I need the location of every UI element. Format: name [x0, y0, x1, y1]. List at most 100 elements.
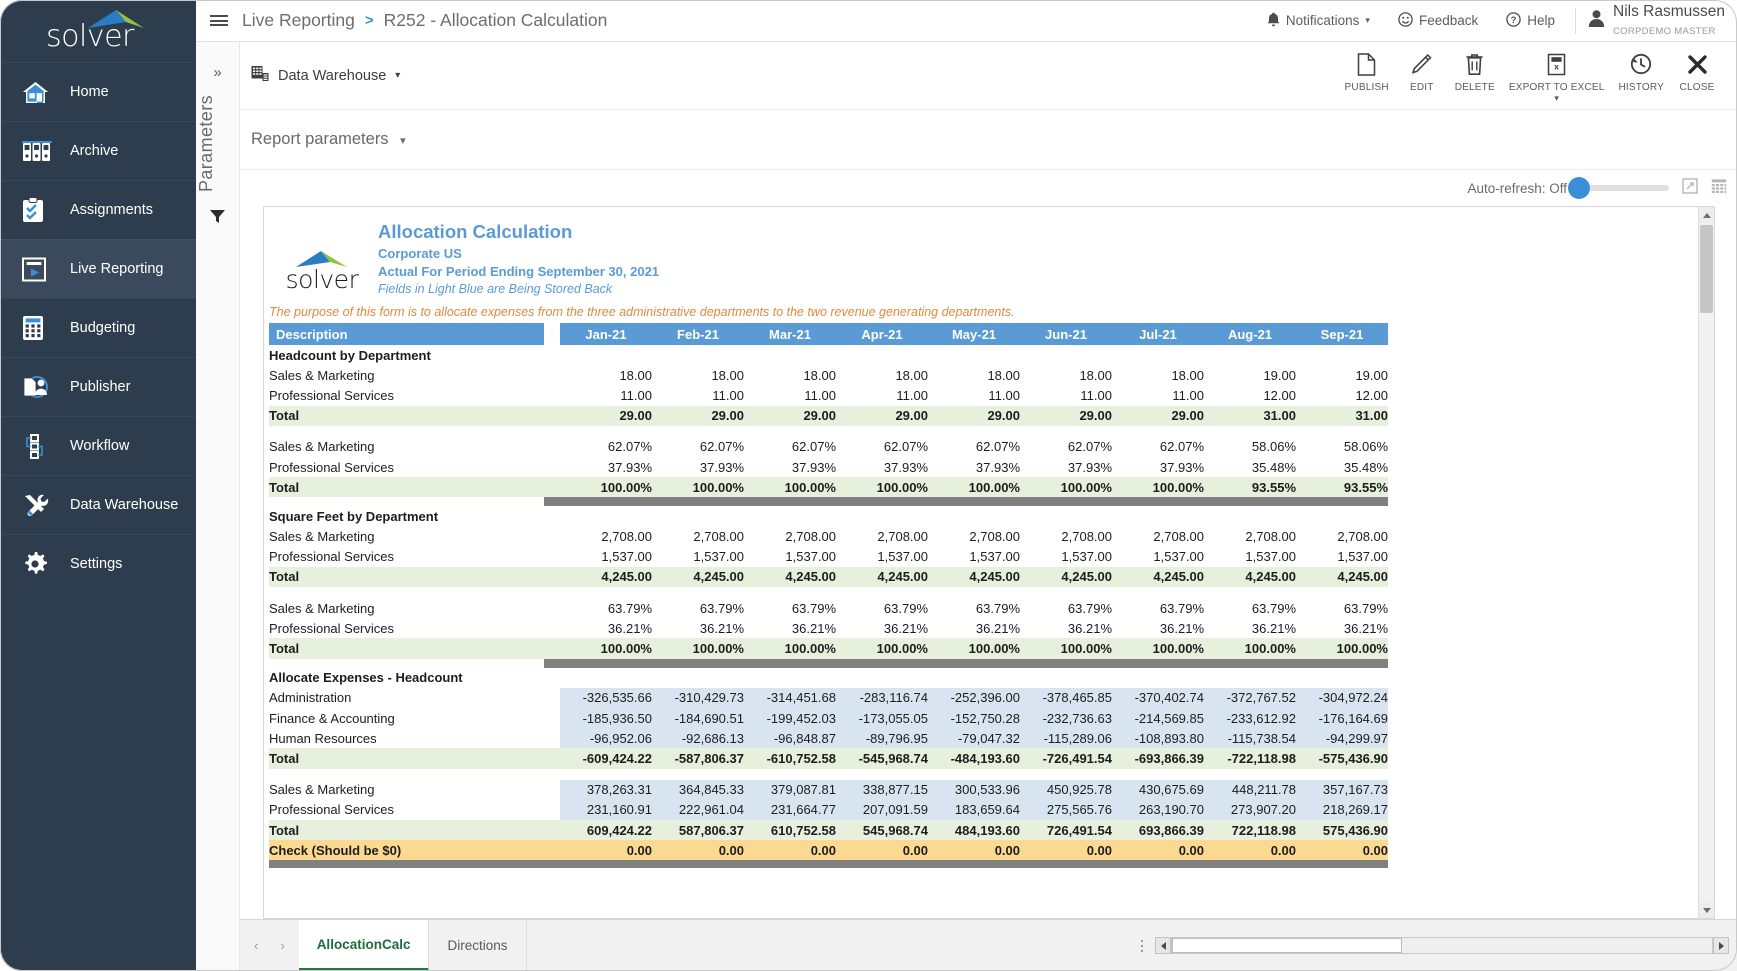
table-cell: 2,708.00 — [836, 527, 928, 547]
sidebar-item-workflow[interactable]: Workflow — [0, 416, 196, 475]
parameters-label[interactable]: Parameters — [196, 95, 239, 192]
section-divider — [269, 659, 1388, 668]
fullscreen-icon[interactable] — [1682, 178, 1698, 199]
sidebar-item-label: Publisher — [70, 379, 130, 395]
edit-button[interactable]: EDIT — [1396, 50, 1448, 93]
table-cell[interactable]: 183,659.64 — [928, 800, 1020, 820]
sidebar-item-budgeting[interactable]: Budgeting — [0, 298, 196, 357]
table-cell[interactable]: -199,452.03 — [744, 708, 836, 728]
sheet-prev-button[interactable]: ‹ — [254, 938, 258, 953]
auto-refresh-toggle[interactable] — [1571, 185, 1669, 191]
table-cell[interactable]: -314,451.68 — [744, 688, 836, 708]
table-cell[interactable]: 357,167.73 — [1296, 780, 1388, 800]
user-menu[interactable]: Nils Rasmussen CorpDemo Master — [1582, 3, 1725, 39]
table-cell[interactable]: -370,402.74 — [1112, 688, 1204, 708]
table-cell: 100.00% — [744, 477, 836, 497]
table-cell[interactable]: 263,190.70 — [1112, 800, 1204, 820]
close-button[interactable]: CLOSE — [1671, 50, 1723, 93]
table-cell[interactable]: -326,535.66 — [560, 688, 652, 708]
table-cell[interactable]: -304,972.24 — [1296, 688, 1388, 708]
report-vertical-scrollbar[interactable] — [1698, 207, 1714, 918]
table-cell[interactable]: -283,116.74 — [836, 688, 928, 708]
hscroll-right-button[interactable] — [1713, 937, 1729, 954]
table-cell — [1020, 506, 1112, 526]
table-cell[interactable]: -94,299.97 — [1296, 728, 1388, 748]
publish-button[interactable]: PUBLISH — [1338, 50, 1396, 93]
table-cell[interactable]: -89,796.95 — [836, 728, 928, 748]
table-cell[interactable]: 207,091.59 — [836, 800, 928, 820]
sidebar-item-home[interactable]: Home — [0, 62, 196, 121]
scroll-down-button[interactable] — [1699, 902, 1714, 918]
table-cell[interactable]: 364,845.33 — [652, 780, 744, 800]
table-cell[interactable]: 300,533.96 — [928, 780, 1020, 800]
grid-view-icon[interactable] — [1711, 178, 1727, 199]
table-cell[interactable]: -96,952.06 — [560, 728, 652, 748]
table-cell[interactable]: 338,877.15 — [836, 780, 928, 800]
table-cell[interactable]: 430,675.69 — [1112, 780, 1204, 800]
horizontal-scrollbar[interactable] — [1171, 937, 1713, 954]
table-cell[interactable]: 450,925.78 — [1020, 780, 1112, 800]
sidebar-item-data-warehouse[interactable]: Data Warehouse — [0, 475, 196, 534]
help-button[interactable]: ? Help — [1492, 12, 1569, 30]
menu-toggle-icon[interactable] — [196, 13, 242, 29]
table-cell[interactable]: -92,686.13 — [652, 728, 744, 748]
table-cell[interactable]: 218,269.17 — [1296, 800, 1388, 820]
table-cell[interactable]: -115,289.06 — [1020, 728, 1112, 748]
notifications-button[interactable]: Notifications ▾ — [1253, 12, 1384, 30]
breadcrumb-root[interactable]: Live Reporting — [242, 10, 355, 31]
table-cell[interactable]: -378,465.85 — [1020, 688, 1112, 708]
row-label: Sales & Marketing — [269, 365, 544, 385]
row-gap — [544, 385, 560, 405]
table-cell[interactable]: -372,767.52 — [1204, 688, 1296, 708]
table-cell[interactable]: 379,087.81 — [744, 780, 836, 800]
scroll-thumb[interactable] — [1700, 225, 1713, 313]
table-cell[interactable]: 448,211.78 — [1204, 780, 1296, 800]
row-gap — [544, 780, 560, 800]
table-cell[interactable]: -233,612.92 — [1204, 708, 1296, 728]
history-button[interactable]: HISTORY — [1612, 50, 1672, 93]
table-cell[interactable]: -310,429.73 — [652, 688, 744, 708]
sidebar-item-label: Settings — [70, 556, 122, 572]
sheet-tab-allocationcalc[interactable]: AllocationCalc — [299, 920, 430, 971]
resize-grip-icon[interactable] — [1137, 940, 1147, 952]
table-cell[interactable]: -96,848.87 — [744, 728, 836, 748]
table-cell[interactable]: -232,736.63 — [1020, 708, 1112, 728]
scroll-up-button[interactable] — [1699, 207, 1714, 223]
hscroll-left-button[interactable] — [1155, 937, 1171, 954]
hscroll-thumb[interactable] — [1172, 938, 1402, 953]
table-cell[interactable]: -185,936.50 — [560, 708, 652, 728]
sidebar-item-publisher[interactable]: Publisher — [0, 357, 196, 416]
sheet-next-button[interactable]: › — [280, 938, 284, 953]
breadcrumb-separator: > — [365, 12, 374, 29]
table-cell[interactable]: 378,263.31 — [560, 780, 652, 800]
chevron-down-icon[interactable]: ▾ — [1554, 95, 1559, 101]
table-cell[interactable]: -108,893.80 — [1112, 728, 1204, 748]
funnel-icon[interactable] — [196, 208, 239, 230]
table-cell[interactable]: -79,047.32 — [928, 728, 1020, 748]
sidebar-item-archive[interactable]: Archive — [0, 121, 196, 180]
table-cell: -726,491.54 — [1020, 748, 1112, 768]
table-cell[interactable]: -184,690.51 — [652, 708, 744, 728]
report-parameters-toggle[interactable]: Report parameters ▾ — [251, 130, 406, 149]
sheet-tab-directions[interactable]: Directions — [429, 920, 526, 971]
sidebar-item-assignments[interactable]: Assignments — [0, 180, 196, 239]
table-cell[interactable]: -115,738.54 — [1204, 728, 1296, 748]
table-cell[interactable]: 231,160.91 — [560, 800, 652, 820]
table-cell[interactable]: -152,750.28 — [928, 708, 1020, 728]
table-cell[interactable]: 275,565.76 — [1020, 800, 1112, 820]
export-to-excel-button[interactable]: x EXPORT TO EXCEL ▾ — [1502, 50, 1612, 101]
expand-parameters-icon[interactable]: » — [196, 64, 239, 81]
spacer-cell — [269, 769, 1388, 780]
table-cell[interactable]: 231,664.77 — [744, 800, 836, 820]
table-cell[interactable]: -252,396.00 — [928, 688, 1020, 708]
feedback-button[interactable]: Feedback — [1384, 12, 1492, 30]
table-cell[interactable]: -214,569.85 — [1112, 708, 1204, 728]
table-cell[interactable]: -176,164.69 — [1296, 708, 1388, 728]
table-cell[interactable]: 222,961.04 — [652, 800, 744, 820]
sidebar-item-settings[interactable]: Settings — [0, 534, 196, 593]
table-cell[interactable]: -173,055.05 — [836, 708, 928, 728]
data-source-selector[interactable]: Data Warehouse ▾ — [251, 65, 400, 86]
sidebar-item-live-reporting[interactable]: Live Reporting — [0, 239, 196, 298]
table-cell[interactable]: 273,907.20 — [1204, 800, 1296, 820]
delete-button[interactable]: DELETE — [1448, 50, 1502, 93]
